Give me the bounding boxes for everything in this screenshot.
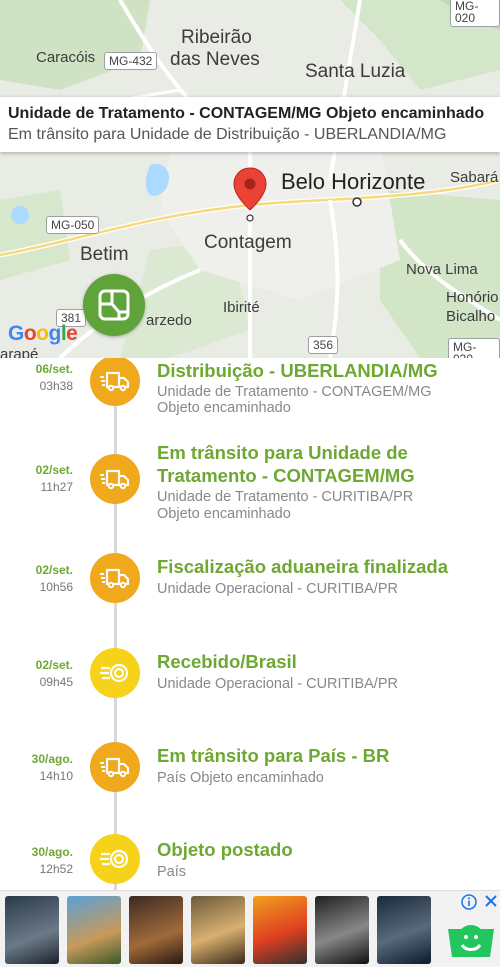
map-label-ibirite: Ibirité: [223, 299, 260, 316]
map-pin-icon[interactable]: [232, 166, 268, 222]
event-location: Unidade de Tratamento - CURITIBA/PR: [157, 489, 414, 505]
ad-game-cover-hot-wheels[interactable]: [253, 896, 307, 964]
event-datetime: 02/set. 11h27: [35, 463, 73, 494]
truck-icon: [90, 742, 140, 792]
event-detail: Objeto encaminhado: [157, 506, 291, 522]
map-label-honorio: Honório: [446, 289, 499, 306]
tracking-timeline[interactable]: 06/set. 03h38 Distribuição - UBERLANDIA/…: [0, 358, 500, 890]
ad-brand-logo-icon[interactable]: [446, 915, 496, 959]
event-location: País: [157, 864, 187, 880]
event-datetime: 30/ago. 12h52: [31, 845, 73, 876]
event-title: Objeto postado: [157, 839, 293, 860]
road-shield-mg050: MG-050: [46, 216, 100, 234]
map-label-santa-luzia: Santa Luzia: [305, 61, 406, 82]
map-toggle-button[interactable]: [83, 274, 145, 336]
ad-game-cover-immortals[interactable]: [67, 896, 121, 964]
event-title: Recebido/Brasil: [157, 651, 297, 672]
received-icon: [90, 648, 140, 698]
road-shield-356: 356: [308, 336, 339, 354]
ad-game-cover-ac-brotherhood[interactable]: [315, 896, 369, 964]
map-view[interactable]: Caracóis Ribeirão das Neves Santa Luzia …: [0, 0, 500, 358]
map-label-sabara: Sabará: [450, 169, 499, 186]
event-detail: Objeto encaminhado: [157, 400, 291, 416]
map-info-window[interactable]: Unidade de Tratamento - CONTAGEM/MG Obje…: [0, 97, 500, 152]
event-title: Em trânsito para Unidade de Tratamento -…: [157, 442, 415, 486]
map-label-nova-lima: Nova Lima: [406, 261, 478, 278]
ad-banner[interactable]: [0, 890, 500, 967]
ad-game-cover-ac-origins[interactable]: [191, 896, 245, 964]
ad-game-cover-ac-rogue[interactable]: [377, 896, 431, 964]
event-datetime: 02/set. 09h45: [35, 658, 73, 689]
map-label-caracois: Caracóis: [36, 49, 96, 66]
map-label-belo-horizonte: Belo Horizonte: [281, 169, 426, 194]
ad-game-cover-last-of-us[interactable]: [129, 896, 183, 964]
map-label-sarape: arapé: [0, 346, 39, 358]
truck-icon: [90, 553, 140, 603]
map-layout-icon: [98, 289, 130, 321]
event-datetime: 02/set. 10h56: [35, 563, 73, 594]
map-label-das-neves: das Neves: [170, 49, 260, 70]
info-window-title: Unidade de Tratamento - CONTAGEM/MG Obje…: [8, 105, 485, 122]
event-title: Fiscalização aduaneira finalizada: [157, 556, 448, 577]
event-title: Em trânsito para País - BR: [157, 745, 390, 766]
truck-icon: [90, 358, 140, 406]
road-shield-mg030: MG-030: [448, 338, 500, 358]
timeline-connector: [114, 358, 117, 890]
event-datetime: 30/ago. 14h10: [31, 752, 73, 783]
google-logo: Google: [8, 322, 78, 345]
map-label-ribeirao: Ribeirão: [181, 27, 252, 48]
event-location: Unidade Operacional - CURITIBA/PR: [157, 676, 398, 692]
info-window-subtitle: Em trânsito para Unidade de Distribuição…: [8, 126, 447, 143]
truck-icon: [90, 454, 140, 504]
map-label-betim: Betim: [80, 244, 129, 265]
map-label-sarzedo: arzedo: [146, 312, 192, 329]
road-shield-mg432: MG-432: [104, 52, 158, 70]
ad-info-icon[interactable]: [461, 894, 477, 910]
event-datetime: 06/set. 03h38: [35, 362, 73, 393]
event-title: Distribuição - UBERLANDIA/MG: [157, 360, 438, 381]
event-location: País Objeto encaminhado: [157, 770, 324, 786]
map-label-contagem: Contagem: [204, 232, 292, 253]
event-location: Unidade Operacional - CURITIBA/PR: [157, 581, 398, 597]
road-shield-mg020: MG-020: [450, 0, 500, 27]
ad-game-cover-ac-valhalla[interactable]: [5, 896, 59, 964]
map-label-bicalho: Bicalho: [446, 308, 496, 325]
posted-icon: [90, 834, 140, 884]
ad-close-icon[interactable]: [484, 894, 498, 908]
event-location: Unidade de Tratamento - CONTAGEM/MG: [157, 384, 432, 400]
